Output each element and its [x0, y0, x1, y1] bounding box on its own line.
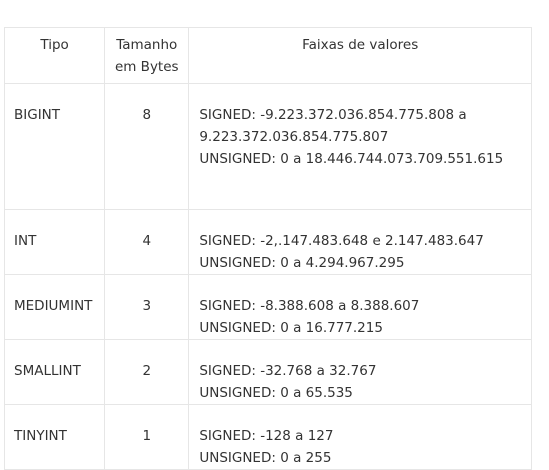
header-type: Tipo	[3, 27, 106, 84]
cell-type: SMALLINT	[3, 339, 106, 405]
cell-size: 4	[104, 209, 190, 275]
table-row: SMALLINT 2 SIGNED: -32.768 a 32.767 UNSI…	[3, 339, 532, 405]
cell-range: SIGNED: -32.768 a 32.767 UNSIGNED: 0 a 6…	[188, 339, 532, 405]
header-size: Tamanho em Bytes	[104, 27, 190, 84]
cell-type: TINYINT	[3, 404, 106, 470]
cell-size: 1	[104, 404, 190, 470]
cell-range: SIGNED: -9.223.372.036.854.775.808 a 9.2…	[188, 83, 532, 210]
header-size-label-line1: Tamanho	[116, 37, 178, 53]
table-row: MEDIUMINT 3 SIGNED: -8.388.608 a 8.388.6…	[3, 274, 532, 340]
range-line: UNSIGNED: 0 a 16.777.215	[199, 320, 383, 336]
header-range-label: Faixas de valores	[302, 37, 419, 53]
range-line: SIGNED: -128 a 127	[199, 428, 334, 444]
cell-type: BIGINT	[3, 83, 106, 210]
cell-size: 8	[104, 83, 190, 210]
cell-size: 2	[104, 339, 190, 405]
range-line: UNSIGNED: 0 a 255	[199, 450, 332, 466]
table-row: BIGINT 8 SIGNED: -9.223.372.036.854.775.…	[3, 83, 532, 210]
range-line: UNSIGNED: 0 a 65.535	[199, 385, 353, 401]
table-row: TINYINT 1 SIGNED: -128 a 127 UNSIGNED: 0…	[3, 404, 532, 470]
cell-range: SIGNED: -128 a 127 UNSIGNED: 0 a 255	[188, 404, 532, 470]
table-header-row: Tipo Tamanho em Bytes Faixas de valores	[3, 27, 532, 84]
cell-range: SIGNED: -2,.147.483.648 e 2.147.483.647 …	[188, 209, 532, 275]
range-line: SIGNED: -9.223.372.036.854.775.808 a	[199, 107, 467, 123]
header-range: Faixas de valores	[188, 27, 532, 84]
range-line: SIGNED: -2,.147.483.648 e 2.147.483.647	[199, 233, 484, 249]
cell-type: INT	[3, 209, 106, 275]
range-line: UNSIGNED: 0 a 18.446.744.073.709.551.615	[199, 151, 504, 167]
range-line: SIGNED: -8.388.608 a 8.388.607	[199, 298, 420, 314]
cell-type: MEDIUMINT	[3, 274, 106, 340]
range-line: 9.223.372.036.854.775.807	[199, 129, 389, 145]
integer-types-table: Tipo Tamanho em Bytes Faixas de valores …	[3, 27, 532, 470]
header-type-label: Tipo	[40, 37, 69, 53]
range-line: SIGNED: -32.768 a 32.767	[199, 363, 377, 379]
integer-types-table-container: Tipo Tamanho em Bytes Faixas de valores …	[3, 27, 532, 470]
cell-range: SIGNED: -8.388.608 a 8.388.607 UNSIGNED:…	[188, 274, 532, 340]
range-line: UNSIGNED: 0 a 4.294.967.295	[199, 255, 405, 271]
table-row: INT 4 SIGNED: -2,.147.483.648 e 2.147.48…	[3, 209, 532, 275]
cell-size: 3	[104, 274, 190, 340]
header-size-label-line2: em Bytes	[114, 59, 179, 75]
